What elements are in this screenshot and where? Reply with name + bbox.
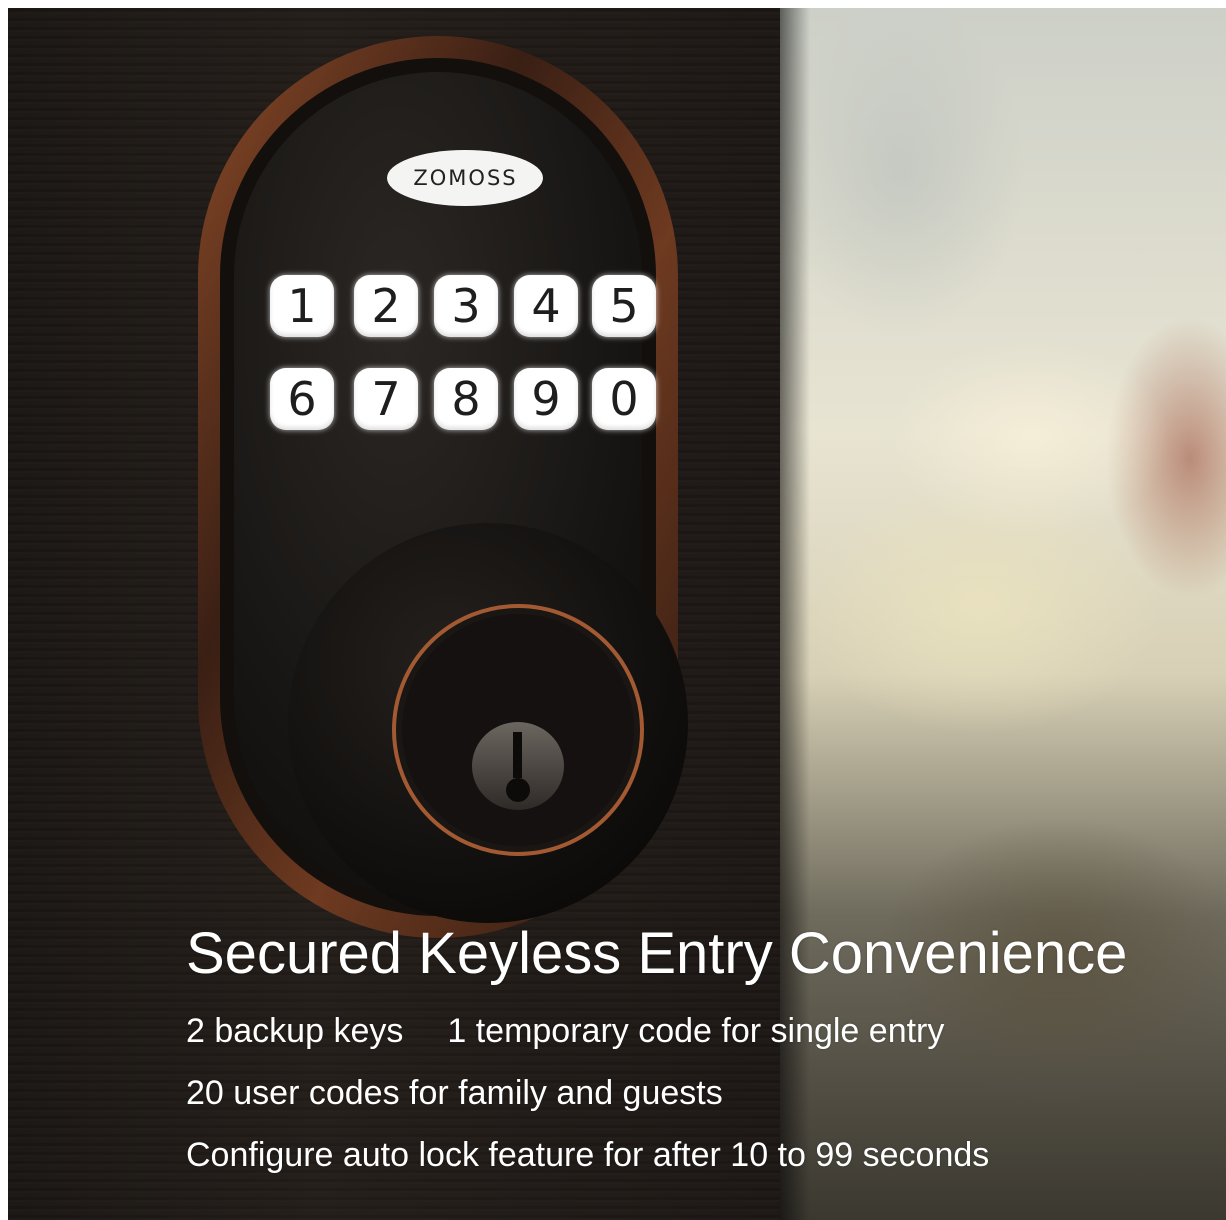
keypad-button-5[interactable]: 5: [592, 275, 656, 337]
keypad-button-2[interactable]: 2: [354, 275, 418, 337]
brand-logo: ZOMOSS: [413, 166, 518, 190]
feature-line-2: 20 user codes for family and guests: [186, 1074, 723, 1112]
keypad-button-8[interactable]: 8: [434, 368, 498, 430]
keypad-button-6[interactable]: 6: [270, 368, 334, 430]
keypad-button-9[interactable]: 9: [514, 368, 578, 430]
keypad-button-4[interactable]: 4: [514, 275, 578, 337]
keypad-button-7[interactable]: 7: [354, 368, 418, 430]
feature-line-3: Configure auto lock feature for after 10…: [186, 1136, 990, 1174]
feature-backup-keys: 2 backup keys: [186, 1012, 404, 1050]
feature-line-1: 2 backup keys 1 temporary code for single…: [186, 1012, 944, 1051]
keypad-button-0[interactable]: 0: [592, 368, 656, 430]
feature-temporary-code: 1 temporary code for single entry: [447, 1012, 945, 1050]
product-image: ZOMOSS 1 2 3 4 5 6 7 8 9 0 Secured Keyle…: [8, 8, 1226, 1220]
keyhole-icon: [506, 778, 530, 802]
headline: Secured Keyless Entry Convenience: [186, 921, 1128, 986]
keypad-button-1[interactable]: 1: [270, 275, 334, 337]
keypad-button-3[interactable]: 3: [434, 275, 498, 337]
